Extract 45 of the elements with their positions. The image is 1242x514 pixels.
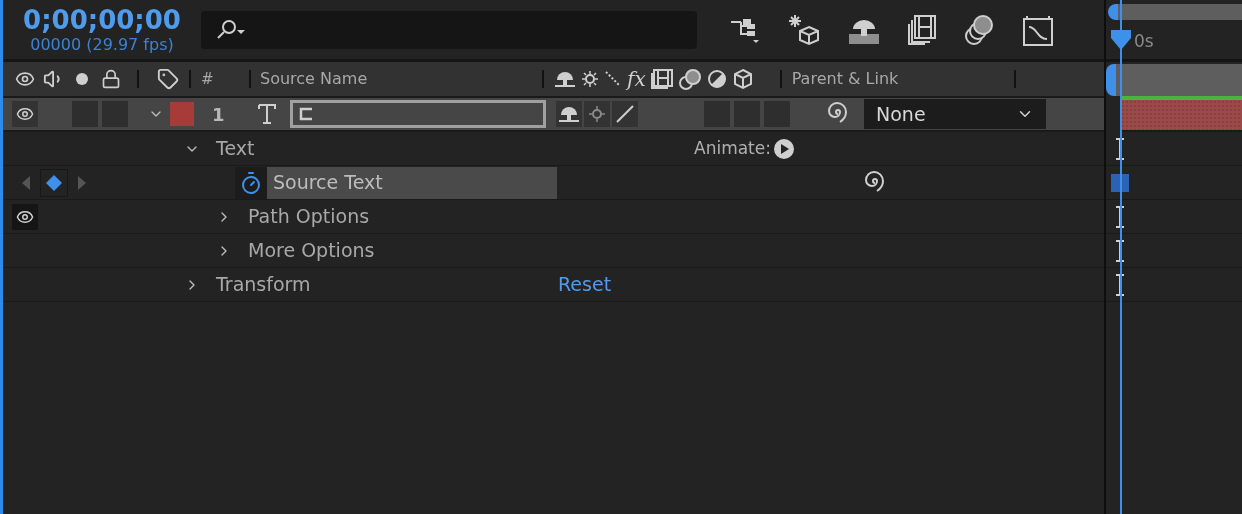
motion-blur-circles-icon[interactable] [963,13,995,46]
motion-blur-switch-icon [677,68,702,90]
quality-switch-icon [604,70,622,88]
in-out-marker-icon [1115,205,1125,228]
number-column-header: # [201,68,215,90]
film-frames-icon[interactable] [907,13,937,46]
property-label[interactable]: Source Text [267,166,557,199]
effects-switch-label: fx [627,69,646,89]
text-cursor-icon [299,107,313,121]
property-group-label[interactable]: Transform [216,270,558,299]
animate-label[interactable]: Animate: [694,135,771,162]
source-name-column-header[interactable]: Source Name [260,67,542,91]
property-group-label[interactable]: Text [216,134,694,163]
keyframe-diamond-icon[interactable] [45,173,63,192]
reset-link[interactable]: Reset [558,270,612,299]
label-header-icon [157,68,179,90]
property-group-label[interactable]: More Options [248,236,375,265]
lock-header-icon [101,69,121,89]
play-circle-icon[interactable] [772,137,795,160]
sparkle-cube-icon[interactable] [787,12,821,47]
eye-icon[interactable] [16,105,34,123]
layer-number: 1 [212,102,226,127]
solo-header-icon [75,72,89,86]
adjustment-switch-icon [706,69,727,89]
search-field[interactable] [201,10,697,49]
in-out-marker-icon [1115,273,1125,296]
3d-cube-icon [731,68,754,90]
property-group-label[interactable]: Path Options [248,202,370,231]
timecode[interactable]: 0;00;00;00 [23,4,181,35]
frame-info: 00000 (29.97 fps) [30,34,174,55]
layer-name-field[interactable] [290,100,546,128]
quality-line-icon[interactable] [615,104,635,124]
text-layer-icon [258,104,276,124]
label-color-swatch[interactable] [170,102,194,126]
layer-duration-bar[interactable] [1121,100,1242,132]
parent-link-column-header: Parent & Link [791,68,900,90]
stopwatch-icon[interactable] [239,170,263,195]
layer-row[interactable]: 1 None [3,98,1104,132]
frame-blend-switch-icon [650,69,673,89]
time-ruler-label: 0s [1134,29,1154,53]
video-header-icon [15,69,35,89]
in-out-marker-icon [1115,137,1125,160]
in-out-marker-icon [1115,239,1125,262]
playhead[interactable] [1109,0,1133,514]
parent-dropdown[interactable]: None [864,99,1046,129]
